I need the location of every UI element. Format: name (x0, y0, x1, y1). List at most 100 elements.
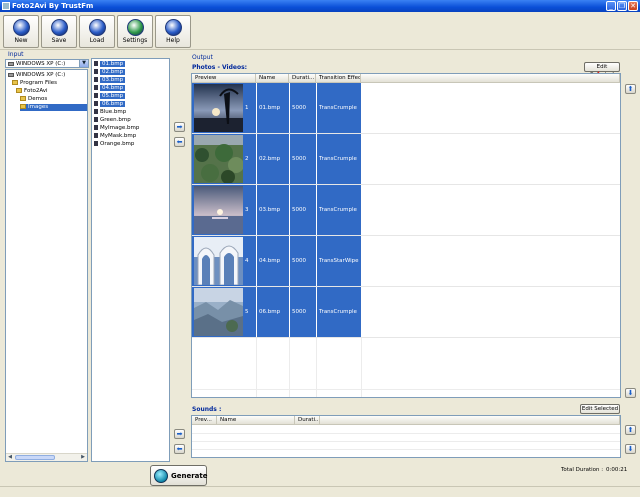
file-item-label: 02.bmp (100, 69, 126, 75)
preview-cell: 2 (192, 134, 256, 184)
row-gridline (192, 397, 620, 398)
file-item[interactable]: Orange.bmp (94, 141, 134, 148)
image-file-icon (94, 109, 98, 114)
file-item-label: 06.bmp (100, 101, 126, 107)
tree-item[interactable]: WINDOWS XP (C:) (8, 72, 65, 79)
file-item-label: Blue.bmp (100, 109, 127, 115)
tree-item[interactable]: Images (20, 104, 87, 111)
app-icon (2, 2, 10, 10)
table-row[interactable]: 1 01.bmp 5000 TransCrumple (192, 83, 620, 134)
drive-icon (8, 61, 14, 66)
sound-column-header[interactable]: Durati... (295, 416, 320, 425)
scroll-left-icon[interactable]: ◀ (6, 454, 14, 461)
settings-button[interactable]: Settings (117, 15, 153, 48)
file-item[interactable]: 01.bmp (94, 61, 126, 68)
load-button[interactable]: Load (79, 15, 115, 48)
toolbar-label: New (14, 37, 28, 44)
drive-select[interactable]: WINDOWS XP (C:) ▼ (5, 59, 89, 68)
file-item-label: MyImage.bmp (100, 125, 140, 131)
column-header-filler (361, 74, 620, 83)
output-label: Output (192, 54, 213, 61)
save-button[interactable]: Save (41, 15, 77, 48)
sound-column-header[interactable]: Prev... (192, 416, 217, 425)
column-header[interactable]: Preview (192, 74, 256, 83)
arrow-up-icon: ⬆ (627, 85, 634, 93)
folder-tree[interactable]: WINDOWS XP (C:) Program Files Foto2Avi Demo… (5, 69, 88, 462)
add-photos-button[interactable]: ➡ (174, 122, 185, 132)
generate-button[interactable]: Generate (150, 465, 208, 486)
chevron-down-icon[interactable]: ▼ (79, 60, 88, 67)
image-file-icon (94, 61, 98, 66)
image-file-icon (94, 85, 98, 90)
remove-sounds-button[interactable]: ⬅ (174, 444, 185, 454)
new-button[interactable]: New (3, 15, 39, 48)
name-cell: 02.bmp (256, 134, 289, 184)
name-cell: 01.bmp (256, 83, 289, 133)
file-item-label: MyMask.bmp (100, 133, 137, 139)
column-header[interactable]: Durati... (289, 74, 316, 83)
sound-move-up-button[interactable]: ⬆ (625, 425, 636, 435)
table-row[interactable]: 3 03.bmp 5000 TransCrumple (192, 185, 620, 236)
duration-cell: 5000 (289, 83, 316, 133)
tree-scroll-thumb[interactable] (15, 455, 55, 460)
close-button[interactable]: ✕ (628, 1, 638, 11)
duration-cell: 5000 (289, 185, 316, 235)
input-label: Input (8, 51, 24, 58)
generate-label: Generate (171, 472, 208, 480)
file-item[interactable]: 04.bmp (94, 85, 126, 92)
sound-column-header[interactable]: Name (217, 416, 295, 425)
row-gridline (192, 389, 620, 390)
file-item[interactable]: Blue.bmp (94, 109, 126, 116)
tree-item-label: Images (28, 104, 49, 110)
file-item[interactable]: MyImage.bmp (94, 125, 139, 132)
table-row[interactable]: 2 02.bmp 5000 TransCrumple (192, 134, 620, 185)
photos-videos-label: Photos - Videos: (192, 64, 248, 71)
table-row[interactable]: 4 04.bmp 5000 TransStarWipe (192, 236, 620, 287)
column-header[interactable]: Name (256, 74, 289, 83)
image-file-icon (94, 101, 98, 106)
folder-icon (20, 96, 26, 101)
sounds-table[interactable]: Prev... Name Durati... (191, 415, 621, 458)
file-item[interactable]: MyMask.bmp (94, 133, 136, 140)
scroll-right-icon[interactable]: ▶ (79, 454, 87, 461)
add-sounds-button[interactable]: ➡ (174, 429, 185, 439)
tree-item-label: Program Files (20, 80, 58, 86)
image-file-icon (94, 117, 98, 122)
file-item[interactable]: Green.bmp (94, 117, 131, 124)
minimize-button[interactable]: _ (606, 1, 616, 11)
tree-item[interactable]: Demos (20, 96, 47, 103)
sound-column-header-filler (320, 416, 620, 425)
effect-cell: TransCrumple (316, 185, 361, 235)
tree-item[interactable]: Foto2Avi (16, 88, 48, 95)
tree-horizontal-scrollbar[interactable]: ◀ ▶ (6, 453, 87, 461)
photos-table[interactable]: Preview Name Durati... Transition Effect 1 0… (191, 73, 621, 398)
image-file-icon (94, 133, 98, 138)
move-down-button[interactable]: ⬇ (625, 388, 636, 398)
new-icon (13, 19, 30, 36)
help-button[interactable]: Help (155, 15, 191, 48)
file-item[interactable]: 03.bmp (94, 77, 126, 84)
arrow-left-icon: ⬅ (176, 445, 183, 453)
restore-button[interactable]: ❐ (617, 1, 627, 11)
status-bar (0, 486, 640, 497)
preview-cell: 1 (192, 83, 256, 133)
arrow-down-icon: ⬇ (627, 445, 634, 453)
window-title: Foto2Avi By TrustFm (12, 2, 94, 10)
file-list[interactable]: 01.bmp 02.bmp 03.bmp 04.bmp 05.bmp 06.bmp Blue… (91, 58, 170, 462)
file-item-label: 04.bmp (100, 85, 126, 91)
move-up-button[interactable]: ⬆ (625, 84, 636, 94)
table-row[interactable]: 5 06.bmp 5000 TransCrumple (192, 287, 620, 338)
preview-cell: 4 (192, 236, 256, 286)
file-item[interactable]: 05.bmp (94, 93, 126, 100)
tree-item-label: Demos (28, 96, 48, 102)
total-duration-value: 0:00:21 (606, 467, 628, 473)
tree-item[interactable]: Program Files (12, 80, 57, 87)
arrow-left-icon: ⬅ (176, 138, 183, 146)
file-item[interactable]: 02.bmp (94, 69, 126, 76)
sounds-edit-selected-button[interactable]: Edit Selected (580, 404, 620, 414)
remove-photos-button[interactable]: ⬅ (174, 137, 185, 147)
sound-move-down-button[interactable]: ⬇ (625, 444, 636, 454)
file-item[interactable]: 06.bmp (94, 101, 126, 108)
file-item-label: Green.bmp (100, 117, 131, 123)
column-header[interactable]: Transition Effect (316, 74, 361, 83)
